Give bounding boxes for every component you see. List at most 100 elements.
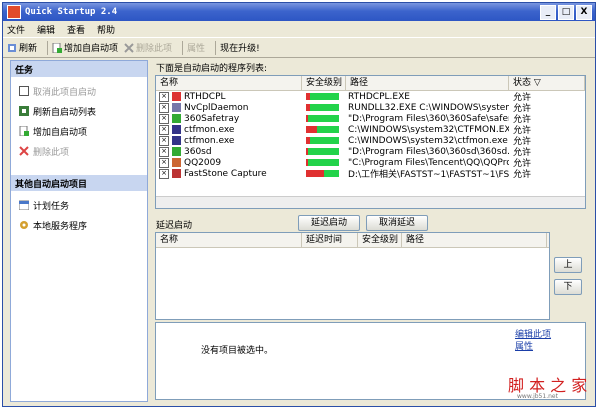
cell-path: RTHDCPL.EXE (348, 91, 410, 102)
task-refresh-list[interactable]: 刷新自启动列表 (11, 101, 147, 121)
properties-link[interactable]: 属性 (515, 339, 533, 352)
toolbar-separator (47, 40, 49, 55)
checkbox[interactable]: × (159, 124, 169, 135)
security-bar (304, 159, 339, 166)
cell-name: × 360Safetray (156, 113, 302, 124)
checkbox[interactable]: × (159, 102, 169, 113)
cell-security (302, 126, 346, 133)
cell-name: × RTHDCPL (156, 91, 302, 102)
close-button[interactable]: X (576, 4, 592, 20)
task-label: 刷新自启动列表 (33, 107, 97, 118)
cell-name: × ctfmon.exe (156, 124, 302, 135)
task-add-startup[interactable]: 增加自启动项 (11, 121, 147, 141)
calendar-icon (19, 200, 29, 210)
title-bar[interactable]: Quick Startup 2.4 _ □ X (3, 3, 595, 21)
properties-button[interactable]: 属性 (187, 41, 205, 54)
menu-edit[interactable]: 编辑 (37, 23, 55, 36)
task-label: 计划任务 (33, 201, 70, 212)
checkbox[interactable]: × (159, 146, 169, 157)
delete-icon (19, 146, 29, 156)
cell-status: 允许 (513, 170, 532, 180)
column-status[interactable]: 状态 ▽ (509, 76, 585, 90)
minimize-button[interactable]: _ (540, 4, 556, 20)
delay-start-button[interactable]: 延迟启动 (298, 215, 360, 231)
checkbox[interactable]: × (159, 135, 169, 146)
refresh-button[interactable]: 刷新 (7, 41, 37, 54)
checkbox[interactable]: × (159, 157, 169, 168)
task-delete[interactable]: 删除此项 (11, 141, 147, 161)
cell-name: × NvCplDaemon (156, 102, 302, 113)
program-icon (172, 147, 181, 156)
task-cancel-autostart[interactable]: 取消此项自启动 (11, 81, 147, 101)
delete-label: 删除此项 (136, 44, 173, 54)
add-startup-button[interactable]: 增加自启动项 (52, 41, 118, 54)
horizontal-scrollbar[interactable] (156, 196, 585, 208)
startup-rows: × RTHDCPL RTHDCPL.EXE 允许 × NvCplDaemon RUNDLL3… (156, 91, 585, 180)
cell-path: "C:\Program Files\Tencent\QQ\QQProtect\B… (348, 157, 509, 168)
column-name[interactable]: 名称 (156, 233, 302, 247)
program-icon (172, 103, 181, 112)
cell-name: × 360sd (156, 146, 302, 157)
move-down-button[interactable]: 下 (554, 279, 582, 295)
security-bar (304, 104, 339, 111)
add-startup-label: 增加自启动项 (64, 44, 119, 54)
checkbox[interactable]: × (159, 113, 169, 124)
menu-help[interactable]: 帮助 (97, 23, 115, 36)
cell-path: "D:\Program Files\360\360Safe\safemon\36… (348, 113, 509, 124)
cell-security (302, 148, 346, 155)
column-path[interactable]: 路径 (346, 76, 509, 90)
menu-bar: 文件 编辑 查看 帮助 (3, 21, 595, 37)
task-scheduled[interactable]: 计划任务 (11, 195, 147, 215)
row-name: FastStone Capture (184, 168, 267, 179)
row-name: ctfmon.exe (184, 135, 235, 146)
security-bar-green (309, 137, 339, 144)
other-startup-header: 其他自动启动项目 (11, 175, 147, 191)
toolbar-separator (182, 40, 184, 55)
checkbox[interactable]: × (159, 91, 169, 102)
program-icon (172, 136, 181, 145)
security-bar-green (309, 104, 339, 111)
refresh-icon (8, 43, 16, 52)
upgrade-label: 现在升级! (220, 44, 260, 54)
checkbox[interactable]: × (159, 168, 169, 179)
security-bar-green (308, 115, 339, 122)
cell-name: × ctfmon.exe (156, 135, 302, 146)
task-label: 删除此项 (33, 147, 70, 158)
delete-button[interactable]: 删除此项 (124, 41, 172, 54)
security-bar (304, 170, 339, 177)
delayed-list-header: 名称 延迟时间 安全级别 路径 (156, 233, 549, 248)
security-bar (304, 137, 339, 144)
cell-name: × FastStone Capture (156, 168, 302, 179)
security-bar-red (306, 126, 317, 133)
upgrade-button[interactable]: 现在升级! (220, 41, 260, 54)
cell-security (302, 104, 346, 111)
column-delay-time[interactable]: 延迟时间 (302, 233, 358, 247)
task-label: 取消此项自启动 (33, 87, 97, 98)
column-security[interactable]: 安全级别 (358, 233, 402, 247)
security-bar (304, 93, 339, 100)
security-bar-red (306, 170, 324, 177)
cell-security (302, 137, 346, 144)
move-up-button[interactable]: 上 (554, 257, 582, 273)
column-path[interactable]: 路径 (402, 233, 547, 247)
column-name[interactable]: 名称 (156, 76, 302, 90)
row-name: 360sd (184, 146, 212, 157)
cell-name: × QQ2009 (156, 157, 302, 168)
cancel-delay-button[interactable]: 取消延迟 (366, 215, 428, 231)
task-local-services[interactable]: 本地服务程序 (11, 215, 147, 235)
cell-path: C:\WINDOWS\system32\ctfmon.exe (348, 135, 508, 146)
toolbar: 刷新 增加自启动项 删除此项 属性 现在升级! (3, 37, 595, 58)
row-name: NvCplDaemon (184, 102, 249, 113)
app-icon (7, 5, 21, 19)
column-status-label: 状态 (513, 78, 532, 88)
menu-view[interactable]: 查看 (67, 23, 85, 36)
table-row[interactable]: × FastStone Capture D:\工作相关\FASTST~1\FASTS… (156, 168, 585, 180)
security-bar-green (323, 170, 339, 177)
security-bar-green (308, 159, 339, 166)
maximize-button[interactable]: □ (558, 4, 574, 20)
column-security[interactable]: 安全级别 (302, 76, 346, 90)
menu-file[interactable]: 文件 (7, 23, 25, 36)
cell-path: RUNDLL32.EXE C:\WINDOWS\system32\NvC (348, 102, 509, 113)
startup-list-header: 名称 安全级别 路径 状态 ▽ (156, 76, 585, 91)
security-bar (304, 148, 339, 155)
